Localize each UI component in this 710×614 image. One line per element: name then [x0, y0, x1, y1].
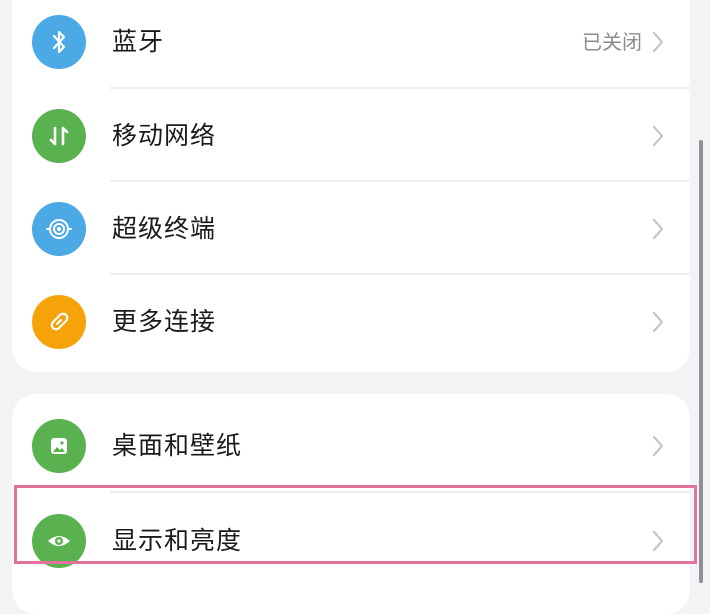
- settings-item-super-terminal[interactable]: 超级终端: [12, 182, 690, 275]
- bluetooth-icon: [32, 15, 86, 69]
- mobile-data-icon: [32, 109, 86, 163]
- settings-item-label: 移动网络: [112, 121, 217, 150]
- chevron-right-icon: [652, 31, 664, 53]
- settings-item-label: 超级终端: [112, 214, 217, 243]
- display-settings-card: 桌面和壁纸 显示和亮度: [12, 394, 690, 614]
- chevron-right-icon: [652, 218, 664, 240]
- chevron-right-icon: [652, 311, 664, 333]
- link-icon: [32, 295, 86, 349]
- settings-item-mobile-network[interactable]: 移动网络: [12, 89, 690, 182]
- eye-icon: [32, 514, 86, 568]
- wallpaper-icon: [32, 419, 86, 473]
- super-terminal-icon: [32, 202, 86, 256]
- chevron-right-icon: [652, 530, 664, 552]
- settings-item-label: 桌面和壁纸: [112, 431, 243, 460]
- settings-item-wallpaper[interactable]: 桌面和壁纸: [12, 400, 690, 493]
- settings-item-label: 显示和亮度: [112, 526, 243, 555]
- scrollbar[interactable]: [699, 140, 703, 583]
- bluetooth-status: 已关闭: [582, 30, 642, 54]
- connectivity-settings-card: 蓝牙 已关闭 移动网络 超级终端 更多连接: [12, 0, 690, 372]
- chevron-right-icon: [652, 125, 664, 147]
- settings-item-label: 更多连接: [112, 307, 217, 336]
- settings-item-label: 蓝牙: [112, 27, 165, 56]
- chevron-right-icon: [652, 435, 664, 457]
- settings-item-bluetooth[interactable]: 蓝牙 已关闭: [12, 0, 690, 89]
- settings-item-more-connections[interactable]: 更多连接: [12, 275, 690, 368]
- settings-item-display-brightness[interactable]: 显示和亮度: [12, 493, 690, 586]
